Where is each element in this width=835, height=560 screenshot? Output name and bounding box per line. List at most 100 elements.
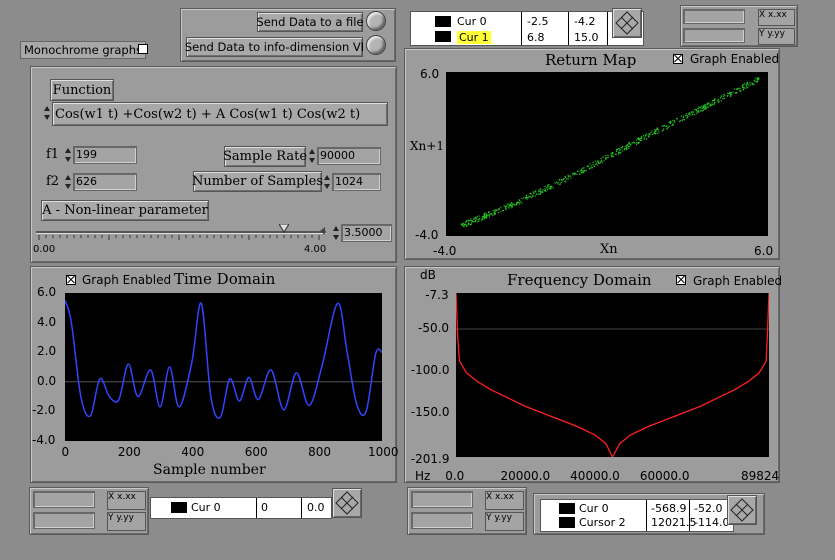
freq-y-tick: -100.0 (410, 363, 450, 378)
function-label: Function (50, 79, 114, 101)
time-domain-y-tick: -2.0 (32, 403, 56, 418)
cursor-swatch (559, 503, 575, 514)
return-map-point (757, 77, 760, 80)
cursor-x: -2.5 (527, 15, 549, 28)
cursor-y: -52.0 (694, 502, 723, 515)
send-to-info-button[interactable]: Send Data to info-dimension VI (185, 37, 364, 57)
return-map-ylabel: Xn+1 (410, 139, 444, 153)
f2-spinner[interactable] (65, 173, 72, 191)
time-domain-y-tick: 2.0 (37, 344, 57, 359)
slider-left-arrow[interactable] (320, 227, 325, 235)
return-map-plot[interactable] (446, 72, 768, 236)
f1-input[interactable]: 199 (73, 146, 137, 164)
x-scale-format[interactable]: X x.xx (485, 491, 524, 510)
f1-spinner[interactable] (65, 146, 72, 164)
return-map-point (460, 223, 464, 226)
return-map-enabled-label: Graph Enabled (690, 52, 780, 66)
return-map-enabled-checkbox[interactable] (673, 54, 683, 64)
freq-x-unit: Hz (415, 469, 431, 483)
cursor-x: 6.8 (527, 31, 545, 44)
return-map-xlabel: Xn (600, 242, 618, 257)
frequency-domain-plot[interactable] (456, 293, 769, 457)
y-scale-format[interactable]: Y y.yy (485, 512, 524, 531)
return-map-ymin: -4.0 (415, 228, 439, 242)
y-scale-format[interactable]: Y y.yy (107, 512, 146, 531)
time-domain-x-tick: 600 (244, 445, 268, 459)
freq-x-tick: 60000.0 (639, 469, 690, 483)
freq-y-tick: -50.0 (418, 320, 450, 335)
sample-rate-label: Sample Rate (223, 146, 307, 167)
freq-domain-enabled-checkbox[interactable] (676, 275, 686, 285)
return-map-point (573, 172, 576, 175)
slider-max: 4.00 (304, 244, 327, 255)
sample-rate-spinner[interactable] (309, 147, 316, 165)
time-domain-x-tick: 0 (61, 445, 70, 459)
cursor-name: Cur 0 (579, 502, 609, 515)
send-to-file-button[interactable]: Send Data to a file (256, 12, 364, 32)
send-to-info-led[interactable] (366, 35, 386, 55)
sample-rate-input[interactable]: 90000 (317, 147, 381, 165)
function-spinner[interactable] (44, 104, 51, 122)
monochrome-label: Monochrome graphs (20, 41, 146, 59)
return-map-xmax: 6.0 (754, 244, 774, 258)
time-domain-x-tick: 200 (117, 445, 141, 459)
time-domain-y-tick: -4.0 (32, 433, 56, 447)
send-to-file-led[interactable] (366, 11, 386, 31)
function-select[interactable]: Cos(w1 t) +Cos(w2 t) + A Cos(w1 t) Cos(w… (52, 102, 388, 126)
time-domain-title: Time Domain (174, 270, 276, 288)
cursor-name: Cursor 2 (579, 516, 626, 529)
cursor-y: -114.0 (694, 516, 730, 529)
time-domain-y-tick: 0.0 (37, 373, 57, 388)
freq-x-tick: 0.0 (445, 469, 465, 483)
return-map-point (702, 105, 705, 108)
diamond-arrows-icon (615, 11, 639, 35)
time-domain-x-tick: 800 (308, 445, 331, 459)
x-scale-format[interactable]: X x.xx (758, 9, 795, 26)
cursor-move-control[interactable] (727, 495, 757, 525)
f2-label: f2 (46, 174, 60, 189)
monochrome-checkbox[interactable] (138, 44, 148, 54)
a-slider[interactable] (36, 223, 326, 240)
cursor-y: -4.2 (574, 15, 596, 28)
freq-y-tick: -150.0 (410, 405, 450, 420)
freq-y-tick: -201.9 (410, 452, 450, 466)
time-domain-y-tick: 6.0 (37, 285, 57, 299)
num-samples-input[interactable]: 1024 (332, 173, 381, 191)
freq-domain-enabled-label: Graph Enabled (693, 274, 783, 288)
slider-thumb[interactable] (278, 223, 290, 233)
freq-x-tick: 20000.0 (500, 469, 551, 483)
diamond-arrows-icon (335, 491, 359, 515)
top-cursor-legend: Cur 0 -2.5 -4.2 Cur 1 6.8 15.0 (410, 11, 644, 46)
cursor-swatch (435, 31, 451, 42)
slider-min: 0.00 (33, 244, 56, 255)
number-of-samples-label: Number of Samples (192, 171, 323, 192)
cursor-x: 0 (261, 501, 268, 514)
cursor-swatch (171, 502, 187, 513)
freq-y-tick: -7.3 (425, 288, 449, 302)
cursor-y: 15.0 (574, 31, 599, 44)
time-domain-series-line (65, 300, 382, 419)
cursor-move-control[interactable] (612, 8, 642, 38)
a-value-input[interactable]: 3.5000 (341, 224, 392, 242)
freq-y-unit: dB (420, 268, 436, 282)
time-domain-plot[interactable] (65, 293, 382, 441)
return-map-xmin: -4.0 (433, 244, 457, 258)
time-domain-y-tick: 4.0 (37, 314, 57, 329)
a-spinner[interactable] (333, 224, 340, 242)
time-domain-enabled-label: Graph Enabled (82, 273, 172, 287)
cursor-move-control[interactable] (332, 488, 362, 518)
cursor-name: Cur 0 (191, 501, 221, 514)
x-scale-format[interactable]: X x.xx (107, 491, 146, 510)
cursor-swatch (559, 517, 575, 528)
cursor-x: -568.9 (651, 502, 687, 515)
freq-x-tick: 89824 (741, 469, 780, 483)
f2-input[interactable]: 626 (73, 173, 137, 191)
num-samples-spinner[interactable] (324, 173, 331, 191)
y-scale-format[interactable]: Y y.yy (758, 28, 795, 45)
time-domain-x-tick: 1000 (368, 445, 399, 459)
return-map-title: Return Map (545, 51, 637, 69)
f1-label: f1 (46, 147, 60, 162)
cursor-name: Cur 0 (457, 15, 487, 28)
cursor-name[interactable]: Cur 1 (457, 31, 491, 44)
time-domain-enabled-checkbox[interactable] (66, 275, 76, 285)
